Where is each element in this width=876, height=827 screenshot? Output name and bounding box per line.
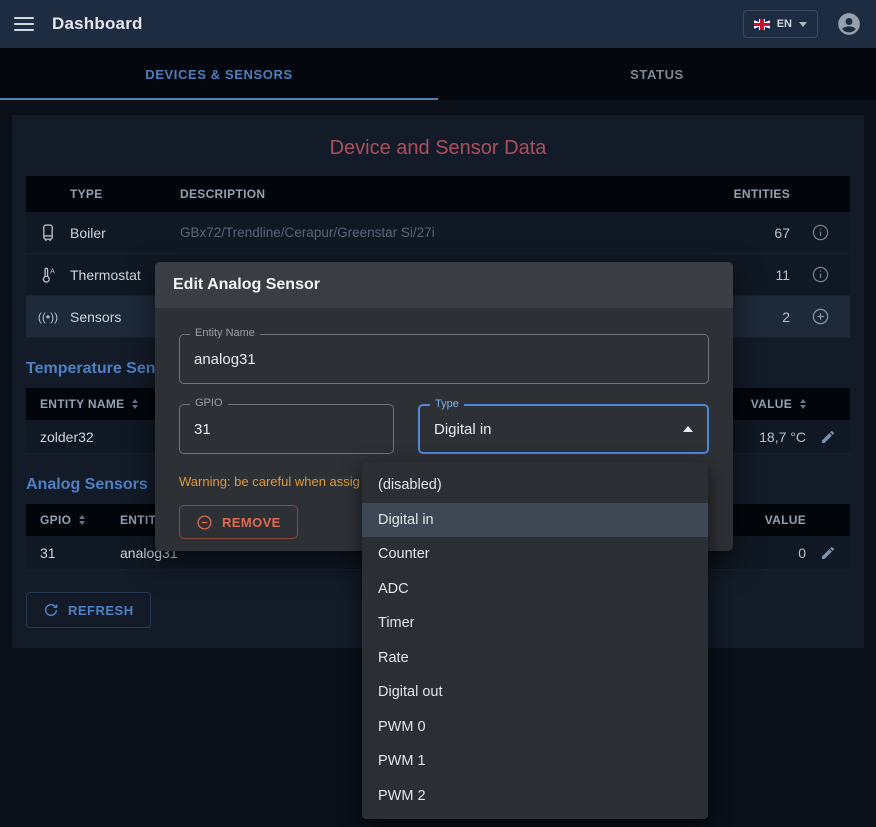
chevron-down-icon (799, 22, 807, 27)
info-icon[interactable] (790, 219, 850, 246)
language-label: EN (777, 18, 792, 30)
tab-status[interactable]: STATUS (438, 48, 876, 100)
device-type: Boiler (70, 225, 180, 241)
table-row-boiler[interactable]: Boiler GBx72/Trendline/Cerapur/Greenstar… (26, 212, 850, 254)
type-selected-value: Digital in (434, 421, 492, 438)
uk-flag-icon (754, 19, 770, 30)
edit-icon[interactable] (806, 425, 850, 449)
type-select[interactable]: Type Digital in (418, 404, 709, 454)
dropdown-option-pwm0[interactable]: PWM 0 (362, 710, 708, 745)
remove-icon (196, 514, 213, 531)
page-title: Device and Sensor Data (26, 115, 850, 176)
gpio-type-row: GPIO Type Digital in (179, 404, 709, 454)
type-label: Type (430, 398, 464, 410)
dropdown-option-digital-in[interactable]: Digital in (362, 503, 708, 538)
page: Dashboard EN DEVICES & SENSORS STATUS De… (0, 0, 876, 827)
dropdown-option-counter[interactable]: Counter (362, 537, 708, 572)
device-entities-count: 67 (680, 225, 790, 241)
type-dropdown-menu: (disabled) Digital in Counter ADC Timer … (362, 462, 708, 819)
chevron-up-icon (683, 426, 693, 432)
app-bar: Dashboard EN (0, 0, 876, 48)
dropdown-option-rate[interactable]: Rate (362, 641, 708, 676)
remove-label: REMOVE (222, 515, 281, 530)
gpio-label: GPIO (190, 397, 228, 409)
dropdown-option-disabled[interactable]: (disabled) (362, 468, 708, 503)
col-gpio[interactable]: GPIO (26, 513, 106, 527)
thermostat-icon: A (26, 265, 70, 285)
dialog-title: Edit Analog Sensor (155, 262, 733, 308)
refresh-button[interactable]: REFRESH (26, 592, 151, 628)
col-description: DESCRIPTION (180, 187, 680, 201)
gpio-number: 31 (26, 545, 106, 561)
sort-icon (132, 399, 138, 409)
refresh-label: REFRESH (68, 603, 134, 618)
boiler-icon (26, 223, 70, 243)
app-title: Dashboard (52, 14, 143, 34)
sensors-icon: ((•)) (26, 310, 70, 324)
col-type: TYPE (70, 187, 180, 201)
add-icon[interactable] (790, 303, 850, 330)
tab-bar: DEVICES & SENSORS STATUS (0, 48, 876, 100)
dropdown-option-pwm1[interactable]: PWM 1 (362, 744, 708, 779)
tab-devices-sensors[interactable]: DEVICES & SENSORS (0, 48, 438, 100)
col-entities: ENTITIES (680, 187, 790, 201)
entity-name-label: Entity Name (190, 327, 260, 339)
language-selector[interactable]: EN (743, 10, 818, 38)
sort-icon (800, 399, 806, 409)
edit-icon[interactable] (806, 541, 850, 565)
gpio-input[interactable] (194, 421, 379, 438)
dropdown-option-adc[interactable]: ADC (362, 572, 708, 607)
account-icon[interactable] (836, 11, 862, 37)
entity-name-input[interactable] (194, 351, 694, 368)
info-icon[interactable] (790, 261, 850, 288)
gpio-field: GPIO (179, 404, 394, 454)
menu-icon[interactable] (14, 17, 34, 31)
entity-name-field: Entity Name (179, 334, 709, 384)
svg-text:A: A (50, 267, 55, 275)
device-description: GBx72/Trendline/Cerapur/Greenstar Si/27i (180, 225, 680, 240)
refresh-icon (43, 602, 59, 618)
dropdown-option-pwm2[interactable]: PWM 2 (362, 779, 708, 814)
sort-icon (79, 515, 85, 525)
remove-button[interactable]: REMOVE (179, 505, 298, 539)
device-table-header: TYPE DESCRIPTION ENTITIES (26, 176, 850, 212)
dropdown-option-digital-out[interactable]: Digital out (362, 675, 708, 710)
dropdown-option-timer[interactable]: Timer (362, 606, 708, 641)
